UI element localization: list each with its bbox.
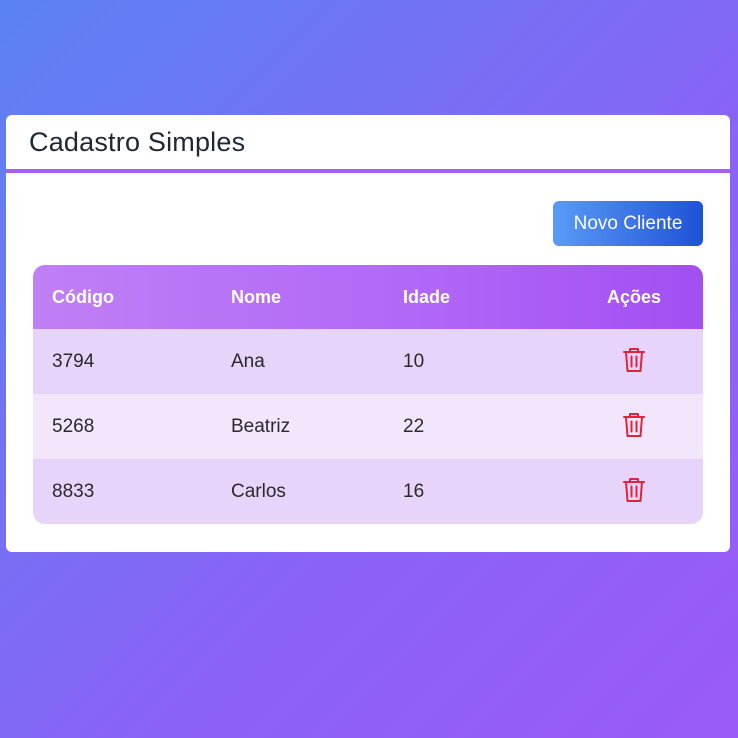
trash-icon xyxy=(623,477,645,502)
cell-codigo: 8833 xyxy=(52,480,95,502)
trash-icon xyxy=(623,412,645,437)
cell-acoes xyxy=(565,329,703,394)
new-client-button[interactable]: Novo Cliente xyxy=(553,201,703,246)
clients-table: Código Nome Idade Ações 3794 Ana 10 5268… xyxy=(33,265,703,524)
client-card: Cadastro Simples Novo Cliente Código Nom… xyxy=(6,115,730,552)
cell-nome: Carlos xyxy=(231,480,286,502)
delete-button[interactable] xyxy=(619,475,649,505)
card-header: Cadastro Simples xyxy=(6,115,730,173)
table-header-row: Código Nome Idade Ações xyxy=(33,265,703,329)
cell-idade: 22 xyxy=(403,415,425,437)
cell-idade: 10 xyxy=(403,350,425,372)
cell-codigo: 3794 xyxy=(52,350,95,372)
cell-nome: Beatriz xyxy=(231,415,291,437)
cell-acoes xyxy=(565,394,703,459)
cell-codigo: 5268 xyxy=(52,415,95,437)
cell-idade: 16 xyxy=(403,480,425,502)
cell-acoes xyxy=(565,459,703,524)
delete-button[interactable] xyxy=(619,410,649,440)
column-header-codigo: Código xyxy=(52,286,114,307)
cell-nome: Ana xyxy=(231,350,265,372)
table-row: 5268 Beatriz 22 xyxy=(33,394,703,459)
column-header-idade: Idade xyxy=(403,286,451,307)
column-header-nome: Nome xyxy=(231,286,282,307)
trash-icon xyxy=(623,347,645,372)
page-title: Cadastro Simples xyxy=(29,126,246,157)
table-row: 3794 Ana 10 xyxy=(33,329,703,394)
delete-button[interactable] xyxy=(619,345,649,375)
column-header-acoes: Ações xyxy=(606,286,662,307)
table-row: 8833 Carlos 16 xyxy=(33,459,703,524)
